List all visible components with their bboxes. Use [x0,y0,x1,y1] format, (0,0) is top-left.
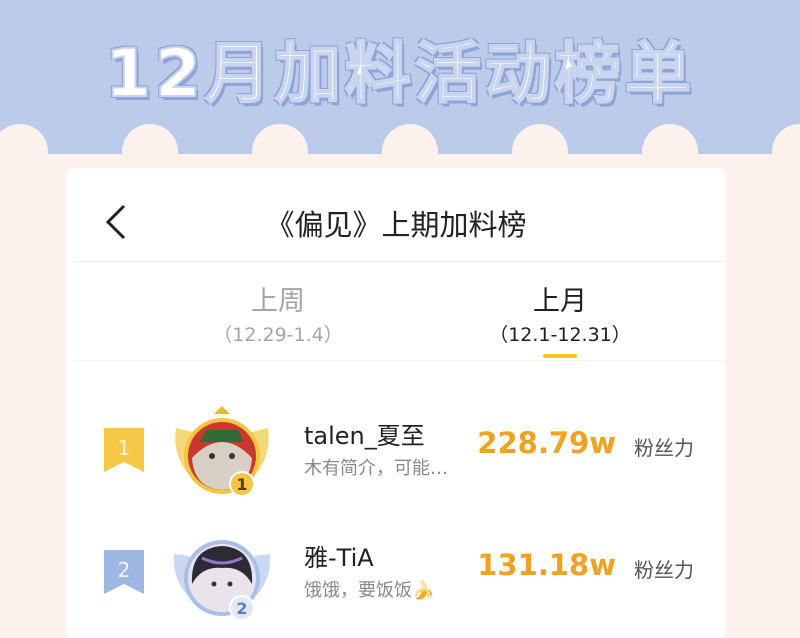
rank-badge-icon: 2 [104,550,144,594]
user-bio: 饿饿，要饭饭🍌 [304,580,435,601]
score-unit: 粉丝力 [634,558,694,582]
tab-last-month[interactable]: 上月 （12.1-12.31） [450,284,670,358]
page-title: 《偏见》上期加料榜 [265,208,527,242]
banner-title: 12月加料活动榜单 [104,34,695,113]
tab-last-month-range: （12.1-12.31） [489,324,631,346]
leaderboard-row[interactable]: 2 2 雅-TiA 饿饿，要饭饭🍌 131.18w 粉丝力 [66,518,726,628]
score-unit: 粉丝力 [634,436,694,460]
tabs-divider [74,360,726,361]
svg-text:1: 1 [236,475,247,494]
rank-badge-icon: 1 [104,428,144,472]
leaderboard-card: 《偏见》上期加料榜 上周 （12.29-1.4） 上月 （12.1-12.31）… [66,168,726,638]
fan-power-score: 228.79w [477,426,616,460]
header-divider [74,261,726,262]
rank-number: 2 [118,558,131,582]
fan-power-score: 131.18w [477,548,616,582]
svg-text:2: 2 [236,599,247,618]
tab-last-week-label: 上周 [251,286,305,317]
tab-last-month-label: 上月 [533,286,587,317]
username: 雅-TiA [304,544,374,572]
active-tab-indicator [543,354,577,358]
user-bio: 木有简介，可能… [304,458,448,479]
username: talen_夏至 [304,422,425,450]
rank-number: 1 [118,436,131,460]
leaderboard-row[interactable]: 1 1 talen_夏至 木有简介，可能… 228.79w 粉丝力 [66,396,726,506]
avatar-frame-silver[interactable]: 2 [172,528,272,624]
tab-last-week[interactable]: 上周 （12.29-1.4） [168,284,388,350]
avatar-frame-gold[interactable]: 1 [172,406,272,502]
tab-last-week-range: （12.29-1.4） [213,324,343,346]
